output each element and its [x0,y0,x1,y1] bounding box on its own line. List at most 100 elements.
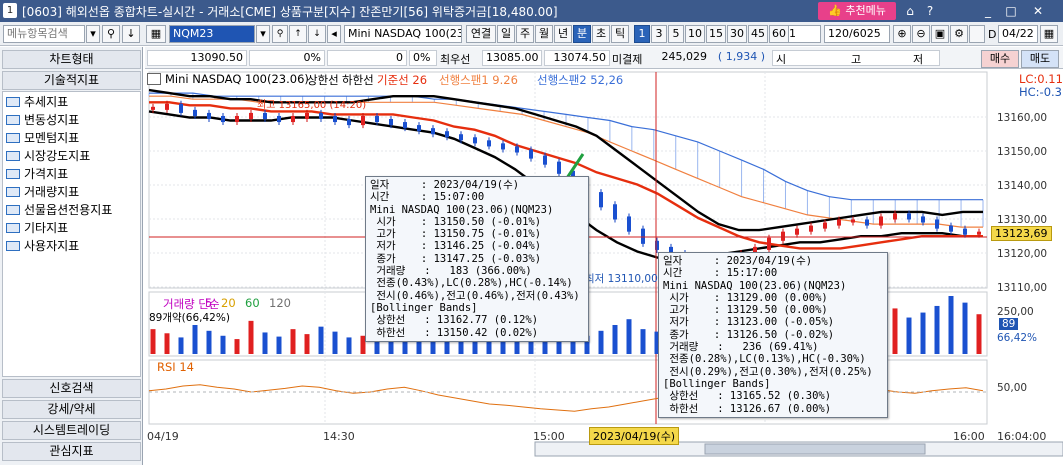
interval-button-15[interactable]: 15 [706,25,726,43]
interval-button-30[interactable]: 30 [727,25,747,43]
candle-body [347,119,351,126]
maximize-icon[interactable]: □ [1003,3,1019,19]
sidebar-item-4[interactable]: 가격지표 [6,166,68,183]
sidebar-item-0[interactable]: 추세지표 [6,94,68,111]
current-price: 13090.50 [147,50,247,66]
candle-body [599,192,603,208]
symbol-dropdown-icon[interactable]: ▾ [256,25,270,43]
sidebar-item-label: 가격지표 [24,167,69,181]
candle-body [193,109,197,116]
price-chart[interactable] [145,70,1063,465]
candle-body [473,137,477,144]
period-button-0[interactable]: 연결 [466,25,496,43]
volume-bar [164,333,170,354]
interval-select[interactable]: 1 [785,25,821,43]
tooltip-line: 하한선 : 13150.42 (0.02%) [370,326,539,339]
candle-body [459,134,463,141]
interval-button-45[interactable]: 45 [748,25,768,43]
sidebar-item-8[interactable]: 사용자지표 [6,238,79,255]
home-icon[interactable]: ⌂ [902,3,918,19]
candle-body [277,115,281,123]
sidebar-item-6[interactable]: 선물옵션전용지표 [6,202,112,219]
legend-item-2[interactable]: 기준선 26 [377,72,427,88]
download-icon[interactable]: ↓ [122,25,140,43]
tooltip-line: 시가 : 13150.50 (-0.01%) [370,215,542,228]
checkbox-date[interactable] [969,25,985,43]
period-button-6[interactable]: 초 [592,25,610,43]
date-field[interactable]: 04/22 [998,25,1038,43]
legend-item-3[interactable]: 선행스팬1 9.26 [439,72,518,88]
question-icon[interactable]: ? [922,3,938,19]
search-icon[interactable]: ⚲ [102,25,120,43]
layout-icon[interactable]: ▦ [146,25,166,43]
legend-item-0[interactable]: 상한선 [307,72,339,88]
candle-body [235,115,239,123]
zoom-out-icon[interactable]: ⊖ [912,25,930,43]
search-icon-symbol[interactable]: ⚲ [272,25,288,43]
symbol-code-input[interactable]: NQM23 [169,25,255,43]
tooltip-line: 전시(0.29%),전고(0.30%),전저(0.25%) [663,365,873,378]
screen-number: 1 [3,3,17,18]
interval-button-10[interactable]: 10 [685,25,705,43]
chart-area[interactable]: Mini NASDAQ 100(23.06) LC:0.11 HC:-0.31 … [145,70,1063,465]
interval-button-3[interactable]: 3 [651,25,667,43]
menu-search-dropdown-icon[interactable]: ▾ [86,25,100,43]
period-button-5[interactable]: 분 [573,25,591,43]
candle-body [767,237,771,250]
sidebar-item-label: 변동성지표 [24,113,80,127]
candle-body [221,115,225,123]
checkbox-main-series[interactable] [147,73,161,85]
candle-body [641,228,645,244]
minimize-icon[interactable]: _ [980,3,996,19]
volume-bar [234,339,240,354]
up-arrow-icon[interactable]: ↑ [289,25,307,43]
period-button-7[interactable]: 틱 [611,25,629,43]
data-count-field[interactable]: 120/6025 [824,25,890,43]
interval-button-60[interactable]: 60 [769,25,789,43]
period-button-2[interactable]: 주 [516,25,534,43]
legend-item-4[interactable]: 선행스팬2 52,26 [537,72,623,88]
chart-title: Mini NASDAQ 100(23.06) [165,72,309,86]
down-arrow-icon[interactable]: ↓ [308,25,326,43]
open-interest-change: ( 1,934 ) [717,50,765,63]
tab-chart-type[interactable]: 차트형태 [2,50,141,69]
sidebar-item-1[interactable]: 변동성지표 [6,112,79,129]
period-button-3[interactable]: 월 [535,25,553,43]
save-icon[interactable]: ▣ [931,25,949,43]
sidebar-bottom-tab-2[interactable]: 시스템트레이딩 [2,421,141,440]
candle-body [781,231,785,241]
sidebar-bottom-tab-0[interactable]: 신호검색 [2,379,141,398]
zoom-in-icon[interactable]: ⊕ [893,25,911,43]
period-button-1[interactable]: 일 [497,25,515,43]
buy-button[interactable]: 매수 [981,50,1019,68]
pin-icon[interactable]: ◂ [327,25,341,43]
thumbs-up-icon: 👍 [828,4,842,17]
candle-body [557,161,561,174]
tooltip-line: 전시(0.46%),전고(0.46%),전저(0.43%) [370,289,580,302]
legend-item-1[interactable]: 하한선 [342,72,374,88]
menu-search-input[interactable]: 메뉴항목검색 [3,25,85,43]
folder-icon [6,169,20,179]
rsi-label: RSI 14 [157,360,194,374]
recommend-menu-button[interactable]: 👍 추천메뉴 [818,2,896,20]
period-button-4[interactable]: 년 [554,25,572,43]
gear-icon[interactable]: ⚙ [950,25,968,43]
sidebar-item-7[interactable]: 기타지표 [6,220,68,237]
volume-ma-5: 5 [205,296,213,310]
tab-technical-indicators[interactable]: 기술적지표 [2,71,141,90]
sidebar-bottom-tab-3[interactable]: 관심지표 [2,442,141,461]
sidebar-item-5[interactable]: 거래량지표 [6,184,79,201]
sidebar-bottom-tab-1[interactable]: 강세/약세 [2,400,141,419]
interval-button-5[interactable]: 5 [668,25,684,43]
calendar-icon[interactable]: ▦ [1040,25,1058,43]
folder-icon [6,97,20,107]
volume-bar [150,329,156,354]
bid-price: 13085.00 [482,50,542,66]
sidebar-item-3[interactable]: 시장강도지표 [6,148,90,165]
sidebar-item-2[interactable]: 모멘텀지표 [6,130,79,147]
y-tick-label: 13120,00 [997,248,1048,260]
close-icon[interactable]: ✕ [1030,3,1046,19]
interval-button-1[interactable]: 1 [634,25,650,43]
candle-body [389,119,393,126]
sell-button[interactable]: 매도 [1021,50,1059,68]
